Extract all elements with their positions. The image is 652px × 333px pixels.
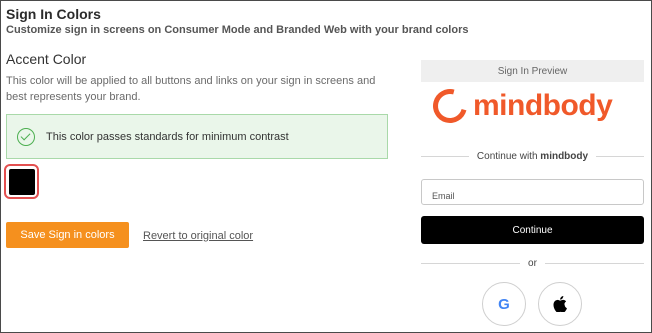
email-input[interactable]: Email (421, 179, 644, 205)
or-divider: or (421, 258, 644, 269)
divider-line (544, 263, 644, 264)
check-circle-icon (17, 127, 35, 146)
apple-signin-button[interactable] (538, 282, 582, 326)
accent-color-description: This color will be applied to all button… (6, 75, 376, 103)
mindbody-logo: mindbody (426, 82, 613, 130)
continue-button[interactable]: Continue (421, 216, 644, 244)
divider-line (596, 156, 644, 157)
save-colors-button[interactable]: Save Sign in colors (6, 222, 129, 248)
preview-header: Sign In Preview (421, 60, 644, 82)
divider-line (421, 263, 521, 264)
continue-with-brand: mindbody (540, 151, 589, 162)
accent-color-title: Accent Color (6, 51, 87, 67)
google-signin-button[interactable]: G (482, 282, 526, 326)
page-subtitle: Customize sign in screens on Consumer Mo… (6, 24, 469, 36)
contrast-status-text: This color passes standards for minimum … (46, 130, 289, 143)
divider-line (421, 156, 469, 157)
contrast-status-banner: This color passes standards for minimum … (6, 114, 388, 159)
color-swatch (8, 168, 35, 195)
mindbody-logo-text: mindbody (473, 89, 613, 122)
or-label: or (528, 258, 537, 269)
page-title: Sign In Colors (6, 6, 101, 22)
apple-icon (553, 296, 567, 312)
revert-color-link[interactable]: Revert to original color (143, 230, 253, 242)
google-icon: G (498, 295, 510, 313)
continue-with-label: Continue with mindbody (469, 151, 596, 162)
continue-with-divider: Continue with mindbody (421, 151, 644, 162)
continue-with-prefix: Continue with (476, 151, 538, 162)
mindbody-logo-icon (426, 82, 474, 130)
color-swatch-button[interactable] (4, 164, 39, 199)
